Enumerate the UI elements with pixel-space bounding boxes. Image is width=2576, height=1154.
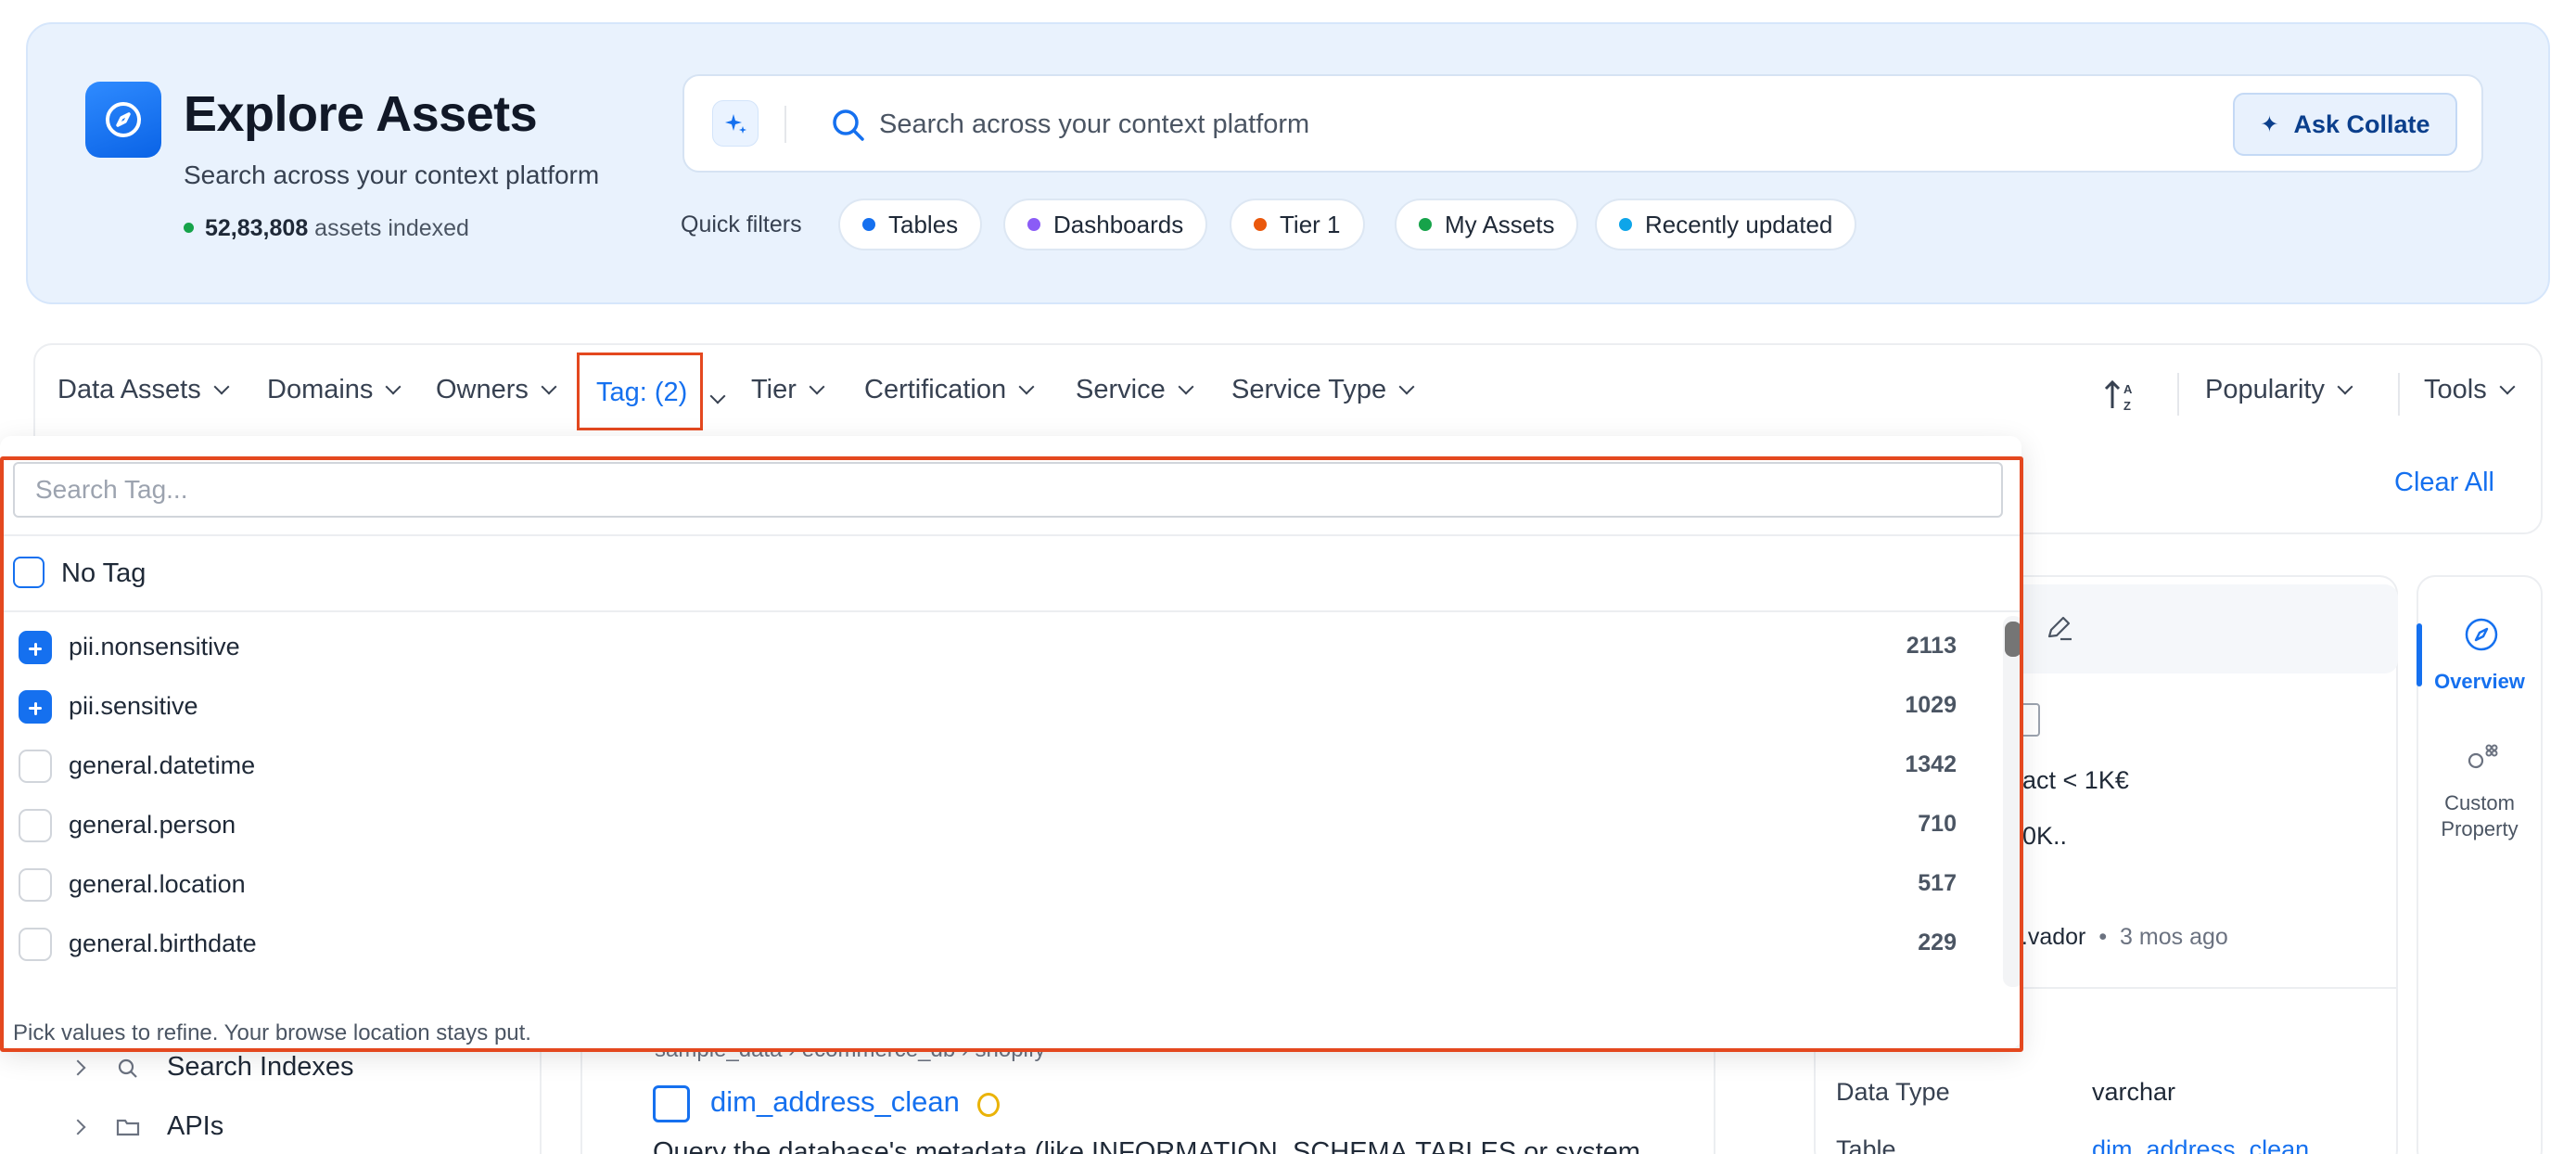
settings-cluster-icon[interactable] bbox=[2463, 738, 2500, 776]
filter-certification[interactable]: Certification bbox=[864, 375, 1035, 405]
details-line: pact < 1K€ bbox=[2009, 766, 2129, 794]
dot-icon bbox=[1619, 218, 1632, 231]
dot-icon bbox=[862, 218, 875, 231]
quick-filter-tier-1[interactable]: Tier 1 bbox=[1230, 199, 1365, 250]
rail-custom-property-tab[interactable]: Custom Property bbox=[2417, 790, 2543, 842]
chevron-down-icon bbox=[1178, 378, 1194, 394]
side-rail bbox=[2417, 575, 2543, 1154]
page-title: Explore Assets bbox=[184, 86, 538, 142]
page-subtitle: Search across your context platform bbox=[184, 160, 600, 189]
filter-domains[interactable]: Domains bbox=[267, 375, 402, 405]
chevron-down-icon bbox=[1018, 378, 1035, 394]
edit-icon[interactable] bbox=[2044, 612, 2075, 644]
filter-owners[interactable]: Owners bbox=[436, 375, 557, 405]
tree-item-apis[interactable]: APIs bbox=[70, 1111, 223, 1142]
search-icon bbox=[833, 109, 864, 141]
asset-name-link[interactable]: dim_address_clean bbox=[710, 1085, 960, 1119]
detail-key: Data Type bbox=[1836, 1078, 1950, 1106]
chevron-down-icon bbox=[2499, 378, 2516, 394]
filter-service-type[interactable]: Service Type bbox=[1231, 375, 1415, 405]
table-icon bbox=[653, 1085, 690, 1122]
filter-service[interactable]: Service bbox=[1076, 375, 1194, 405]
search-input[interactable] bbox=[879, 96, 2177, 152]
detail-value: varchar bbox=[2092, 1078, 2176, 1106]
toolbar-divider bbox=[2398, 373, 2400, 416]
chevron-right-icon bbox=[70, 1119, 86, 1135]
sort-popularity-dropdown[interactable]: Popularity bbox=[2205, 375, 2353, 405]
detail-value-link[interactable]: dim_address_clean bbox=[2092, 1135, 2309, 1154]
highlight-frame bbox=[0, 456, 2023, 1052]
ask-collate-button[interactable]: ✦ Ask Collate bbox=[2233, 93, 2457, 156]
dot-icon bbox=[1419, 218, 1432, 231]
search-index-icon bbox=[118, 1058, 137, 1078]
chevron-down-icon bbox=[2337, 378, 2353, 394]
chevron-down-icon bbox=[1398, 378, 1415, 394]
toolbar-divider bbox=[2177, 373, 2179, 416]
tree-item-search-indexes[interactable]: Search Indexes bbox=[70, 1052, 354, 1083]
clear-all-button[interactable]: Clear All bbox=[2394, 468, 2494, 498]
chevron-down-icon bbox=[385, 378, 402, 394]
status-dot-icon bbox=[184, 222, 194, 233]
sparkle-icon[interactable] bbox=[712, 100, 759, 147]
chevron-right-icon bbox=[70, 1059, 86, 1075]
sparkle-small-icon: ✦ bbox=[2260, 111, 2279, 137]
chevron-down-icon bbox=[213, 378, 230, 394]
filter-tag-active[interactable]: Tag: (2) bbox=[577, 353, 703, 430]
chevron-down-icon bbox=[541, 378, 557, 394]
tools-dropdown[interactable]: Tools bbox=[2424, 375, 2516, 405]
detail-key: Table bbox=[1836, 1135, 1896, 1154]
quick-filters-label: Quick filters bbox=[681, 212, 802, 237]
svg-text:A: A bbox=[2123, 382, 2133, 396]
filter-tier[interactable]: Tier bbox=[751, 375, 825, 405]
dot-icon bbox=[1027, 218, 1040, 231]
search-bar[interactable]: ✦Ask Collate bbox=[682, 74, 2483, 173]
filter-data-assets[interactable]: Data Assets bbox=[57, 375, 230, 405]
search-divider bbox=[784, 106, 786, 143]
compass-icon[interactable] bbox=[2463, 616, 2500, 653]
quick-filter-dashboards[interactable]: Dashboards bbox=[1003, 199, 1208, 250]
compass-logo-icon bbox=[85, 82, 161, 158]
certification-badge-icon bbox=[977, 1093, 1000, 1117]
details-owner: h.vador • 3 mos ago bbox=[2009, 924, 2228, 950]
svg-text:Z: Z bbox=[2123, 399, 2131, 413]
sort-az-icon[interactable]: AZ bbox=[2103, 377, 2140, 414]
chevron-down-icon bbox=[809, 378, 825, 394]
folder-icon bbox=[116, 1119, 140, 1135]
assets-indexed: 52,83,808 assets indexed bbox=[184, 215, 469, 242]
rail-overview-tab[interactable]: Overview bbox=[2417, 670, 2543, 694]
quick-filter-recently-updated[interactable]: Recently updated bbox=[1595, 199, 1857, 250]
quick-filter-tables[interactable]: Tables bbox=[838, 199, 983, 250]
dot-icon bbox=[1254, 218, 1267, 231]
quick-filter-my-assets[interactable]: My Assets bbox=[1395, 199, 1579, 250]
asset-description: Query the database's metadata (like INFO… bbox=[653, 1137, 1640, 1154]
